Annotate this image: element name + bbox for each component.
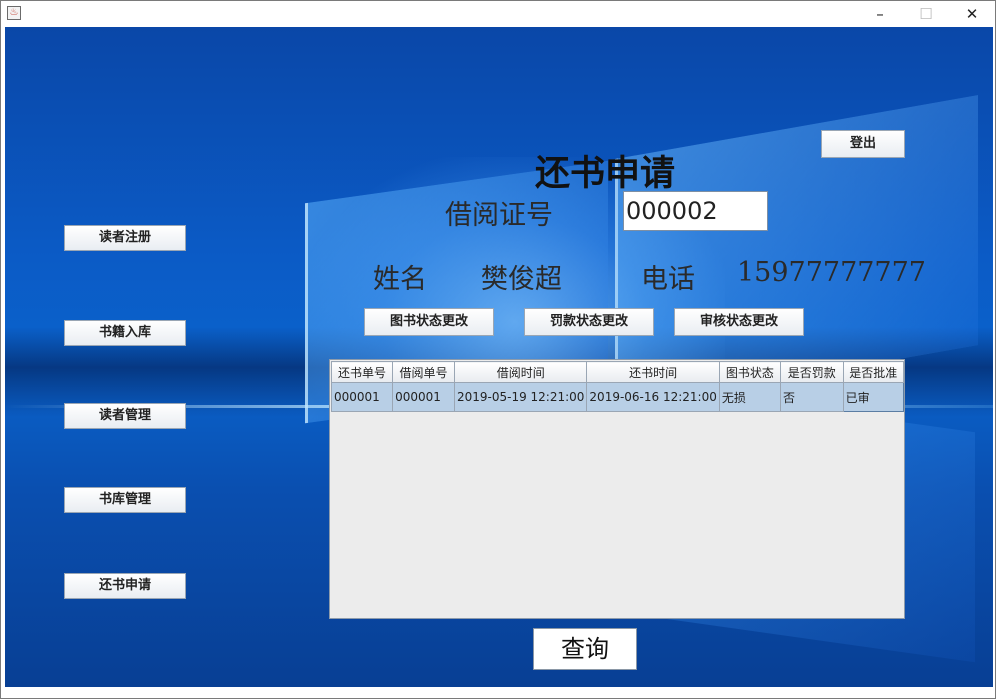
table-row[interactable]: 000001 000001 2019-05-19 12:21:00 2019-0… xyxy=(330,382,905,412)
card-number-input[interactable] xyxy=(623,191,768,231)
column-header-fined[interactable]: 是否罚款 xyxy=(779,361,844,383)
table-cell[interactable]: 000001 xyxy=(330,382,394,412)
table-cell[interactable]: 000001 xyxy=(392,382,455,412)
column-header-approved[interactable]: 是否批准 xyxy=(842,361,905,383)
sidebar-item-book-stock-in[interactable]: 书籍入库 xyxy=(64,320,186,346)
phone-label: 电话 xyxy=(641,264,695,295)
name-value: 樊俊超 xyxy=(481,264,562,295)
column-header-borrow-no[interactable]: 借阅单号 xyxy=(392,361,455,383)
query-button[interactable]: 查询 xyxy=(533,628,637,670)
table-header-row: 还书单号 借阅单号 借阅时间 还书时间 图书状态 是否罚款 是否批准 xyxy=(330,361,905,383)
fine-status-change-button[interactable]: 罚款状态更改 xyxy=(524,308,654,336)
page-title: 还书申请 xyxy=(534,153,675,194)
title-bar[interactable]: ♨ – ☐ ✕ xyxy=(1,1,995,27)
book-status-change-button[interactable]: 图书状态更改 xyxy=(364,308,494,336)
column-header-book-status[interactable]: 图书状态 xyxy=(718,361,781,383)
column-header-borrow-time[interactable]: 借阅时间 xyxy=(453,361,588,383)
application-window: ♨ – ☐ ✕ 读者注册 书籍入库 读者管理 书库管理 还书申请 登出 还书申请… xyxy=(0,0,996,699)
sidebar-item-reader-register[interactable]: 读者注册 xyxy=(64,225,186,251)
sidebar-item-reader-manage[interactable]: 读者管理 xyxy=(64,403,186,429)
name-label: 姓名 xyxy=(373,264,427,295)
column-header-return-time[interactable]: 还书时间 xyxy=(586,361,720,383)
table-cell[interactable]: 2019-05-19 12:21:00 xyxy=(453,382,588,412)
phone-value: 15977777777 xyxy=(737,257,926,288)
table-cell[interactable]: 已审 xyxy=(842,382,905,412)
close-button[interactable]: ✕ xyxy=(949,1,995,27)
card-number-label: 借阅证号 xyxy=(445,200,553,231)
column-header-return-no[interactable]: 还书单号 xyxy=(330,361,394,383)
return-records-table[interactable]: 还书单号 借阅单号 借阅时间 还书时间 图书状态 是否罚款 是否批准 00000… xyxy=(329,359,905,619)
content-panel: 读者注册 书籍入库 读者管理 书库管理 还书申请 登出 还书申请 借阅证号 姓名… xyxy=(5,27,993,687)
sidebar-item-return-request[interactable]: 还书申请 xyxy=(64,573,186,599)
sidebar-item-library-manage[interactable]: 书库管理 xyxy=(64,487,186,513)
logout-button[interactable]: 登出 xyxy=(821,130,905,158)
minimize-button[interactable]: – xyxy=(857,1,903,27)
java-cup-icon: ♨ xyxy=(7,6,21,20)
maximize-button[interactable]: ☐ xyxy=(903,1,949,27)
review-status-change-button[interactable]: 审核状态更改 xyxy=(674,308,804,336)
table-cell[interactable]: 无损 xyxy=(718,382,781,412)
table-cell[interactable]: 否 xyxy=(779,382,844,412)
table-cell[interactable]: 2019-06-16 12:21:00 xyxy=(586,382,720,412)
